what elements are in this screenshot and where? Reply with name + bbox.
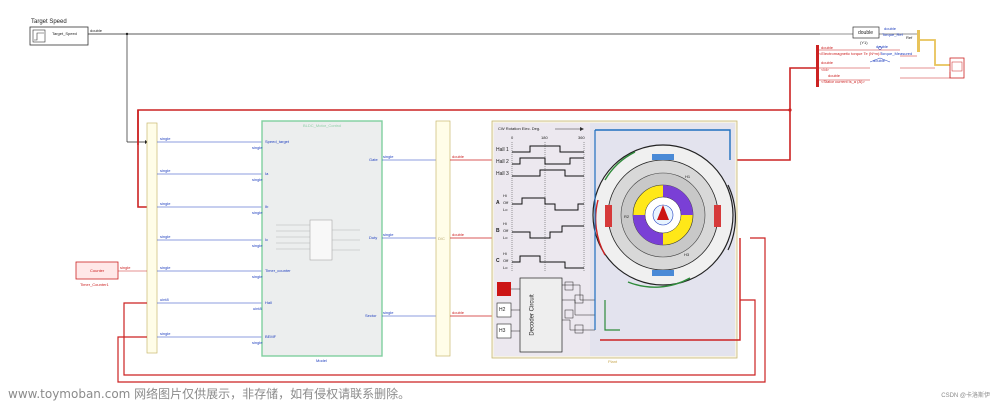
controller-output-type-2: single xyxy=(383,310,394,315)
demux-signal-2: single xyxy=(160,201,171,206)
mux-line-5: <Stator current is_a (A)> xyxy=(821,79,865,84)
counter-signal: single xyxy=(120,265,131,270)
controller-input-type-0: single xyxy=(252,145,263,150)
counter-label: Counter xyxy=(90,268,105,273)
credit-text: CSDN @卡洛斯伊 xyxy=(941,393,990,399)
controller-output-type-0: single xyxy=(383,154,394,159)
sum-label-0: double xyxy=(876,44,889,49)
simulink-diagram xyxy=(29,26,965,383)
target-speed-title: Target Speed xyxy=(31,19,67,25)
target-speed-type: double xyxy=(90,28,103,33)
counter-name: Timer_Counter1 xyxy=(80,282,109,287)
plant-tick-2: 360 xyxy=(578,135,585,140)
mux-line-0: double xyxy=(821,45,834,50)
phase-c-lo: Lo xyxy=(503,265,508,270)
scope-top-label-1: Torque_Ref xyxy=(882,32,903,37)
controller-input-type-2: single xyxy=(252,210,263,215)
sum-label-2: double xyxy=(873,58,886,63)
decoder-circuit xyxy=(519,277,563,353)
converter-output-0: double xyxy=(452,154,465,159)
controller-input-4: Timer_counter xyxy=(265,268,291,273)
phase-a-off: Off xyxy=(503,200,509,205)
controller-output-2: Sector xyxy=(365,313,377,318)
controller-output-1: Duty xyxy=(369,235,378,240)
winding-h1: H1 xyxy=(685,174,691,179)
controller-footer: Model xyxy=(316,358,327,363)
plant-footer: Plant xyxy=(608,359,618,364)
demux-signal-0: single xyxy=(160,136,171,141)
controller-input-0: Speed_target xyxy=(265,139,290,144)
controller-input-3: Ic xyxy=(265,237,269,242)
demux-signal-4: single xyxy=(160,265,171,270)
scope-top-label-0: double xyxy=(884,26,897,31)
scope-top-label-2: Ref xyxy=(906,35,913,40)
controller-input-type-1: single xyxy=(252,177,263,182)
controller-input-5: Hall xyxy=(265,300,272,305)
winding-h3: H3 xyxy=(684,252,690,257)
plant-tick-1: 180 xyxy=(541,135,548,140)
target-speed-port: Target_Speed xyxy=(52,31,77,36)
phase-c-label: C xyxy=(496,258,500,264)
demux-signal-5: uint8 xyxy=(160,297,169,302)
controller-output-wires xyxy=(382,159,436,317)
converter-output-1: double xyxy=(452,232,465,237)
controller-input-type-6: single xyxy=(252,340,263,345)
scope-block[interactable] xyxy=(949,57,965,79)
phase-a-label: A xyxy=(496,200,500,206)
hall-label-0: Hall 1 xyxy=(496,147,509,153)
phase-a-hi: Hi xyxy=(503,193,507,198)
scope-signal-line xyxy=(918,39,950,66)
controller-output-0: Gate xyxy=(369,157,378,162)
watermark-text: www.toymoban.com 网络图片仅供展示，非存储，如有侵权请联系删除。 xyxy=(8,387,411,401)
mux-line-2: double xyxy=(821,60,834,65)
plant-header: CW Rotation Elec. Deg. xyxy=(498,126,541,131)
sensor-h2-label: H2 xyxy=(499,307,506,313)
double-block-sub: (Y1) xyxy=(860,40,868,45)
hall-label-2: Hall 3 xyxy=(496,171,509,177)
phase-c-hi: Hi xyxy=(503,251,507,256)
hall-sensor-h1 xyxy=(497,282,511,296)
mux-line-1: <Electromagnetic torque Te (N*m)> xyxy=(819,51,882,56)
controller-input-type-3: single xyxy=(252,243,263,248)
phase-a-lo: Lo xyxy=(503,207,508,212)
phase-b-hi: Hi xyxy=(503,221,507,226)
demux-signal-1: single xyxy=(160,168,171,173)
phase-b-off: Off xyxy=(503,228,509,233)
phase-c-off: Off xyxy=(503,258,509,263)
demux-signal-6: single xyxy=(160,331,171,336)
scope-mux-bar xyxy=(917,30,920,52)
demux-signal-3: single xyxy=(160,234,171,239)
plant-input-wires xyxy=(450,159,492,317)
phase-b-label: B xyxy=(496,228,500,234)
controller-input-wires xyxy=(157,141,262,338)
input-demux-block[interactable] xyxy=(146,122,158,354)
double-block-label: double xyxy=(858,30,874,36)
sensor-h3-label: H3 xyxy=(499,328,506,334)
controller-input-1: Ia xyxy=(265,171,269,176)
bldc-controller-subsystem[interactable] xyxy=(261,120,383,357)
mux-line-4: double xyxy=(828,73,841,78)
winding-r2: R2 xyxy=(624,214,630,219)
plant-output-bus xyxy=(737,67,816,161)
controller-output-type-1: single xyxy=(383,232,394,237)
decoder-label: Decoder Circuit xyxy=(529,294,536,336)
converter-output-2: double xyxy=(452,310,465,315)
controller-input-6: BEMF xyxy=(265,334,277,339)
controller-title: BLDC_Motor_Control xyxy=(303,123,342,128)
sum-label-1: Torque_Measured xyxy=(880,51,913,56)
mux-line-3: <Id> xyxy=(821,67,830,72)
phase-b-lo: Lo xyxy=(503,235,508,240)
converter-label: D/C xyxy=(438,236,445,241)
controller-input-2: Ib xyxy=(265,204,269,209)
hall-label-1: Hall 2 xyxy=(496,159,509,165)
controller-input-type-5: uint8 xyxy=(253,306,262,311)
controller-input-type-4: single xyxy=(252,274,263,279)
plant-tick-0: 0 xyxy=(511,135,514,140)
target-speed-block[interactable] xyxy=(29,26,89,46)
